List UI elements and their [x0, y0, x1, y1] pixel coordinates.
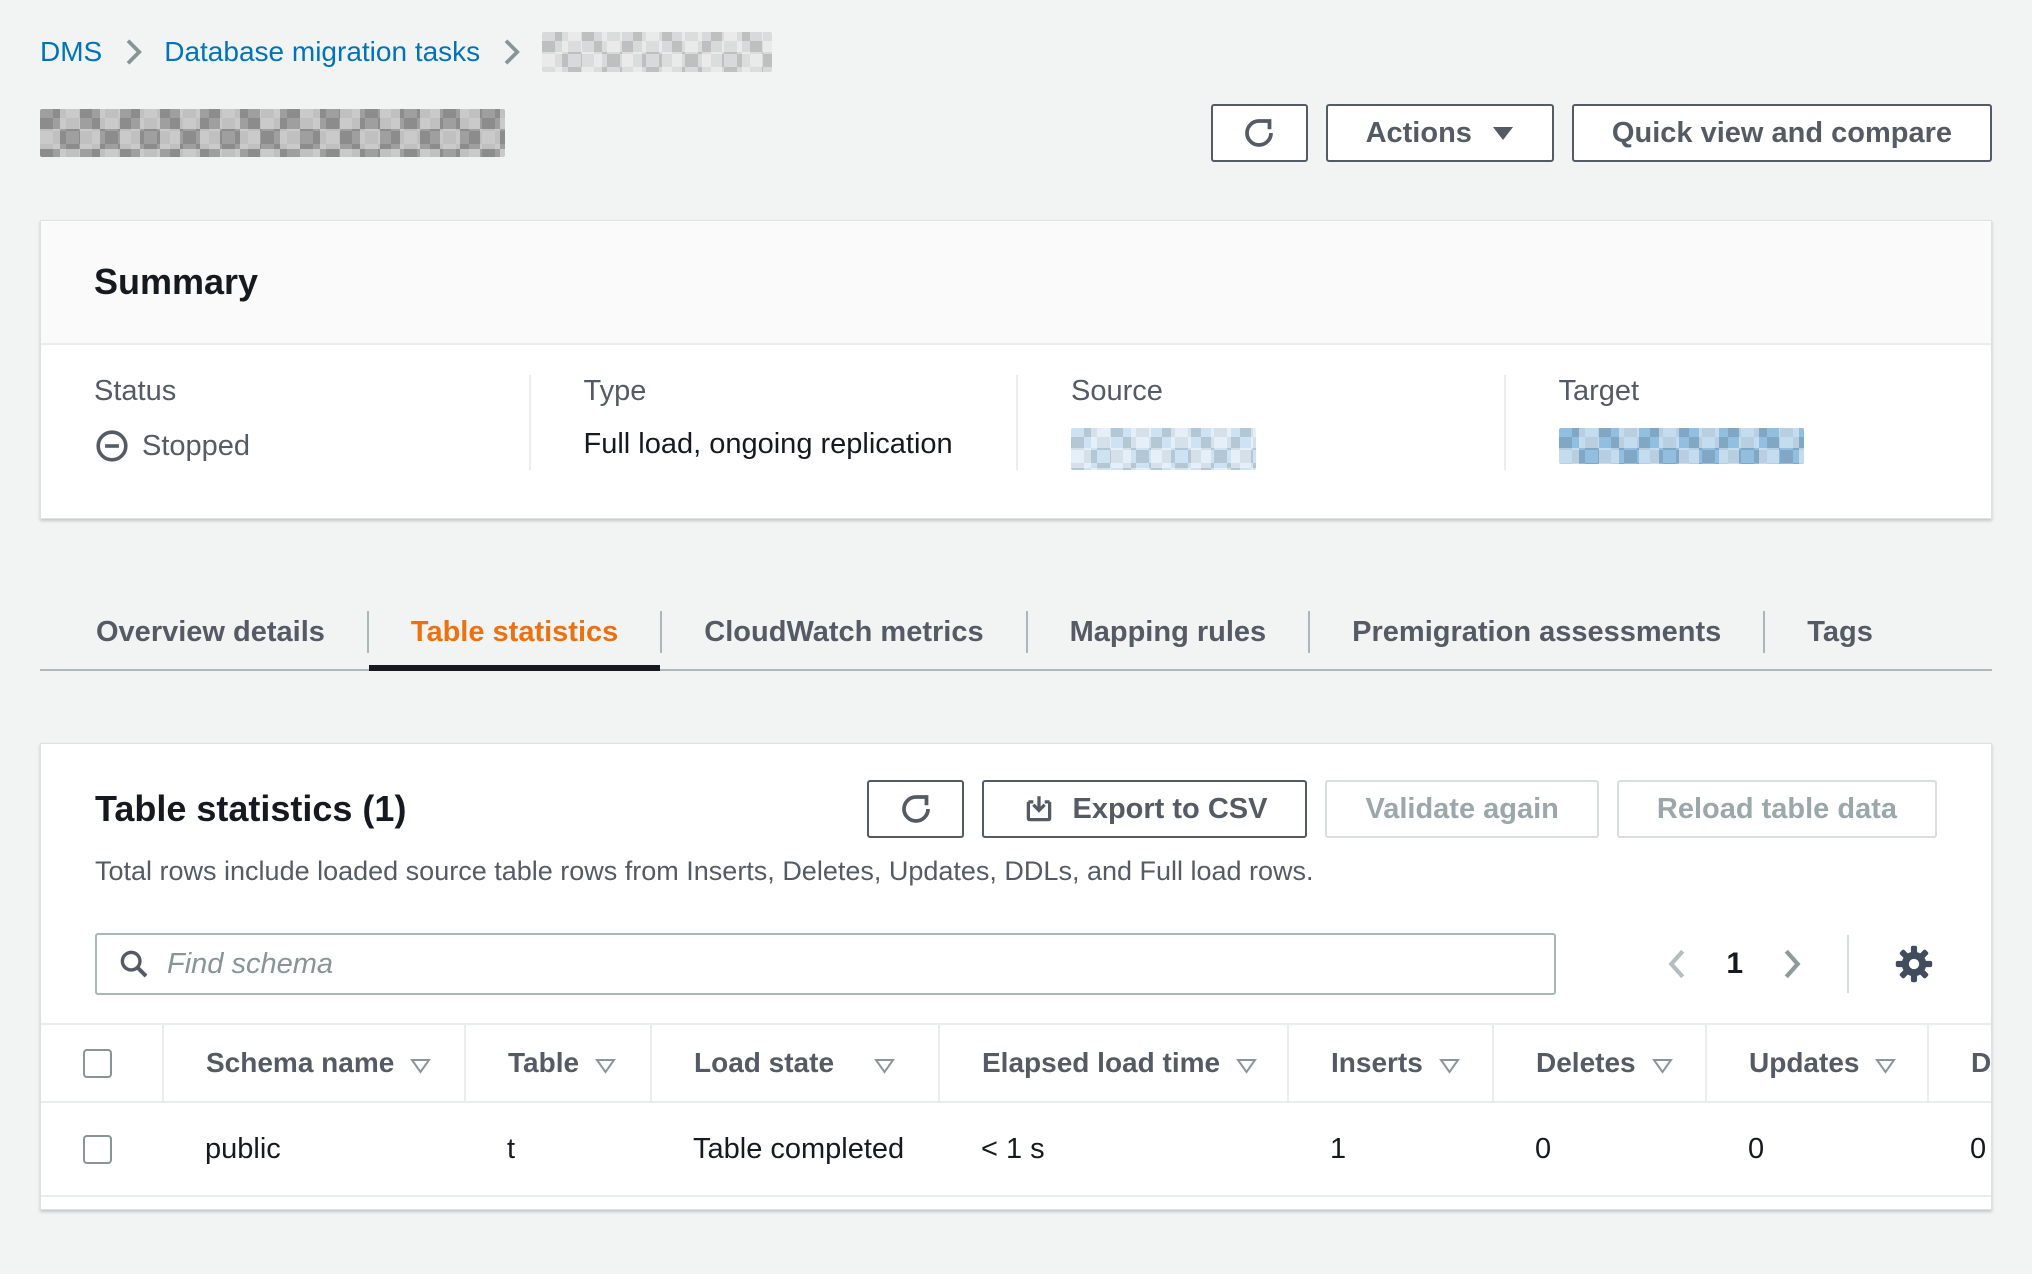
chevron-left-icon — [1664, 947, 1690, 981]
sort-icon[interactable] — [410, 1058, 431, 1074]
actions-button[interactable]: Actions — [1326, 104, 1554, 162]
col-schema-name[interactable]: Schema name — [163, 1024, 465, 1102]
cell-load-state: Table completed — [651, 1102, 939, 1196]
tab-mapping-rules[interactable]: Mapping rules — [1028, 595, 1309, 669]
refresh-icon — [898, 791, 934, 827]
col-ddls[interactable]: DDLs — [1928, 1024, 1991, 1102]
stats-table-wrap: Schema name Table Load state Elapsed loa… — [41, 1023, 1991, 1197]
summary-field-status: Status Stopped — [41, 375, 529, 470]
table-statistics-title: Table statistics (1) — [95, 788, 406, 830]
type-label: Type — [584, 375, 1017, 408]
current-page[interactable]: 1 — [1726, 947, 1743, 981]
validate-again-button: Validate again — [1325, 780, 1598, 838]
summary-card: Summary Status Stopped Type Full load, o… — [40, 220, 1992, 519]
page-header: Actions Quick view and compare — [40, 104, 1992, 162]
prev-page-button — [1664, 947, 1690, 981]
gear-icon — [1891, 941, 1937, 987]
summary-title: Summary — [94, 261, 1938, 303]
row-checkbox[interactable] — [83, 1135, 112, 1164]
source-label: Source — [1071, 375, 1504, 408]
page-title-redacted — [40, 109, 505, 157]
summary-body: Status Stopped Type Full load, ongoing r… — [41, 345, 1991, 518]
schema-search — [95, 933, 1556, 995]
summary-field-source: Source — [1016, 375, 1504, 470]
tab-cloudwatch-metrics[interactable]: CloudWatch metrics — [662, 595, 1025, 669]
summary-field-target: Target — [1504, 375, 1992, 470]
col-deletes[interactable]: Deletes — [1493, 1024, 1706, 1102]
reload-table-data-button: Reload table data — [1617, 780, 1937, 838]
table-statistics-description: Total rows include loaded source table r… — [95, 856, 1937, 887]
status-label: Status — [94, 375, 529, 408]
col-load-state[interactable]: Load state — [651, 1024, 939, 1102]
source-link-redacted[interactable] — [1071, 428, 1256, 470]
page: DMS Database migration tasks Actions Qui… — [0, 0, 2032, 1210]
breadcrumb-current-redacted — [542, 32, 772, 72]
export-csv-button[interactable]: Export to CSV — [982, 780, 1307, 838]
refresh-button[interactable] — [1211, 104, 1308, 162]
task-tabs: Overview details Table statistics CloudW… — [40, 595, 1992, 671]
breadcrumb-link-dms[interactable]: DMS — [40, 36, 102, 68]
select-all-header — [41, 1024, 163, 1102]
tab-overview-details[interactable]: Overview details — [40, 595, 367, 669]
table-tools: 1 — [41, 933, 1991, 995]
col-inserts[interactable]: Inserts — [1288, 1024, 1493, 1102]
summary-card-header: Summary — [41, 221, 1991, 345]
stats-table: Schema name Table Load state Elapsed loa… — [41, 1023, 1991, 1197]
search-icon — [117, 947, 151, 981]
table-refresh-button[interactable] — [867, 780, 964, 838]
sort-icon[interactable] — [595, 1058, 616, 1074]
select-all-checkbox[interactable] — [83, 1049, 112, 1078]
target-link-redacted[interactable] — [1559, 428, 1804, 464]
refresh-icon — [1241, 115, 1277, 151]
cell-inserts: 1 — [1288, 1102, 1493, 1196]
breadcrumb: DMS Database migration tasks — [40, 0, 1992, 72]
caret-down-icon — [1492, 126, 1514, 141]
pagination: 1 — [1664, 935, 1937, 993]
chevron-right-icon — [122, 37, 144, 67]
col-updates[interactable]: Updates — [1706, 1024, 1928, 1102]
sort-icon[interactable] — [1652, 1058, 1673, 1074]
table-statistics-header: Table statistics (1) Export to CSV Valid… — [41, 744, 1991, 887]
search-input[interactable] — [167, 948, 1534, 981]
cell-updates: 0 — [1706, 1102, 1928, 1196]
type-value: Full load, ongoing replication — [584, 428, 1017, 461]
table-row: public t Table completed < 1 s 1 0 0 0 — [41, 1102, 1991, 1196]
status-value: Stopped — [94, 428, 529, 464]
tools-divider — [1847, 935, 1849, 993]
sort-icon[interactable] — [874, 1058, 895, 1074]
col-table[interactable]: Table — [465, 1024, 651, 1102]
sort-icon[interactable] — [1439, 1058, 1460, 1074]
download-icon — [1022, 792, 1056, 826]
cell-schema-name: public — [163, 1102, 465, 1196]
next-page-button[interactable] — [1779, 947, 1805, 981]
chevron-right-icon — [1779, 947, 1805, 981]
cell-elapsed-load-time: < 1 s — [939, 1102, 1288, 1196]
quick-view-compare-button[interactable]: Quick view and compare — [1572, 104, 1992, 162]
cell-deletes: 0 — [1493, 1102, 1706, 1196]
table-statistics-card: Table statistics (1) Export to CSV Valid… — [40, 743, 1992, 1210]
cell-table: t — [465, 1102, 651, 1196]
summary-field-type: Type Full load, ongoing replication — [529, 375, 1017, 470]
col-elapsed-load-time[interactable]: Elapsed load time — [939, 1024, 1288, 1102]
sort-icon[interactable] — [1875, 1058, 1896, 1074]
tab-tags[interactable]: Tags — [1765, 595, 1915, 669]
settings-button[interactable] — [1891, 941, 1937, 987]
breadcrumb-link-tasks[interactable]: Database migration tasks — [164, 36, 480, 68]
chevron-right-icon — [500, 37, 522, 67]
tab-premigration-assessments[interactable]: Premigration assessments — [1310, 595, 1763, 669]
sort-icon[interactable] — [1236, 1058, 1257, 1074]
cell-ddls: 0 — [1928, 1102, 1991, 1196]
table-header-row: Schema name Table Load state Elapsed loa… — [41, 1024, 1991, 1102]
target-label: Target — [1559, 375, 1992, 408]
tab-table-statistics[interactable]: Table statistics — [369, 595, 660, 669]
row-select-cell — [41, 1102, 163, 1196]
stopped-status-icon — [94, 428, 130, 464]
